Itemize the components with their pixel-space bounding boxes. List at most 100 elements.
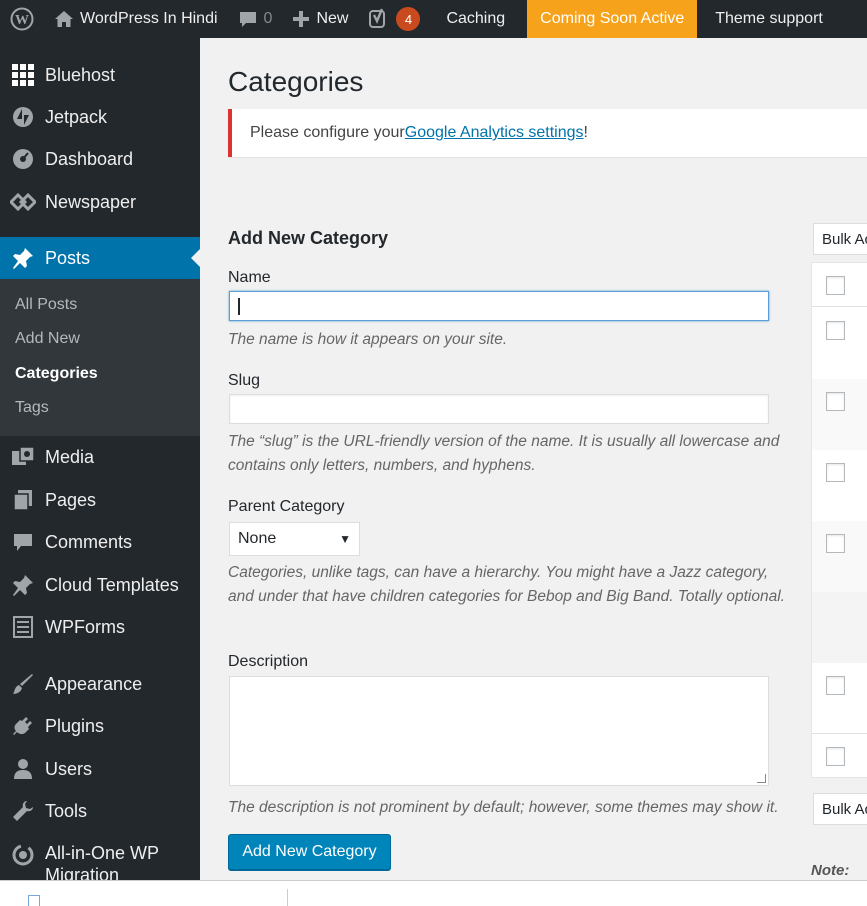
name-help-text: The name is how it appears on your site.: [228, 331, 508, 348]
slug-help-text: The “slug” is the URL-friendly version o…: [228, 433, 780, 474]
posts-submenu: All Posts Add New Categories Tags: [0, 279, 200, 436]
sidebar-item-label: Tools: [45, 800, 88, 821]
dashboard-icon: [0, 148, 45, 170]
row-checkbox[interactable]: [826, 676, 845, 695]
pushpin-icon: [0, 247, 45, 269]
notice-suffix: !: [583, 124, 588, 141]
add-new-category-button[interactable]: Add New Category: [228, 834, 391, 870]
sidebar-item-label: Plugins: [45, 715, 105, 736]
parent-help-text: Categories, unlike tags, can have a hier…: [228, 564, 785, 605]
text-cursor: [238, 298, 240, 315]
row-checkbox[interactable]: [826, 463, 845, 482]
sidebar-item-pages[interactable]: Pages: [0, 479, 200, 521]
parent-category-select[interactable]: None ▼: [229, 522, 360, 556]
sidebar-item-label: Newspaper: [45, 191, 137, 212]
slug-label: Slug: [228, 372, 261, 389]
divider: [287, 889, 288, 906]
description-help-text: The description is not prominent by defa…: [228, 799, 779, 816]
admin-bar: W WordPress In Hindi 0 New 4 Caching Com…: [0, 0, 867, 38]
sidebar-item-wpforms[interactable]: WPForms: [0, 606, 200, 648]
sidebar-item-bluehost[interactable]: Bluehost: [0, 54, 200, 96]
sidebar-item-comments[interactable]: Comments: [0, 521, 200, 563]
sidebar-item-posts[interactable]: Posts: [0, 237, 200, 279]
sidebar-item-jetpack[interactable]: Jetpack: [0, 96, 200, 138]
table-row: [812, 521, 867, 592]
jetpack-icon: [0, 106, 45, 128]
select-all-checkbox-footer[interactable]: [826, 747, 845, 766]
row-checkbox[interactable]: [826, 392, 845, 411]
category-name-input[interactable]: [229, 291, 769, 321]
dropdown-arrow-icon: ▼: [339, 532, 351, 546]
category-description-textarea[interactable]: [229, 676, 769, 786]
category-slug-input[interactable]: [229, 394, 769, 424]
user-icon: [0, 758, 45, 780]
comment-bubble-icon: [239, 12, 256, 27]
row-checkbox[interactable]: [826, 534, 845, 553]
sidebar-item-all-in-one-wp-migration[interactable]: All-in-One WP Migration: [0, 832, 200, 885]
description-label: Description: [228, 653, 309, 670]
sidebar-item-users[interactable]: Users: [0, 748, 200, 790]
plus-icon: [293, 11, 310, 27]
add-new-category-heading: Add New Category: [228, 228, 389, 248]
table-footer-divider: [812, 733, 867, 734]
sidebar-item-label: Jetpack: [45, 106, 108, 127]
comments-link[interactable]: 0: [228, 0, 283, 38]
wordpress-logo-icon[interactable]: W: [0, 0, 44, 38]
parent-category-value: None: [238, 530, 277, 547]
caching-link[interactable]: Caching: [430, 0, 515, 38]
theme-support-link[interactable]: Theme support: [697, 0, 833, 38]
plug-icon: [0, 715, 45, 737]
coming-soon-label: Coming Soon Active: [540, 10, 685, 27]
sidebar-item-label: Dashboard: [45, 148, 134, 169]
pages-icon: [0, 489, 45, 511]
sidebar-item-cloud-templates[interactable]: Cloud Templates: [0, 564, 200, 606]
new-content-link[interactable]: New: [282, 0, 358, 38]
forms-icon: [0, 616, 45, 638]
parent-category-label: Parent Category: [228, 498, 345, 515]
notice-prefix: Please configure your: [250, 124, 405, 141]
new-label: New: [316, 10, 349, 27]
select-all-checkbox[interactable]: [826, 276, 845, 295]
google-analytics-settings-link[interactable]: Google Analytics settings: [405, 124, 584, 142]
sidebar-item-media[interactable]: Media: [0, 436, 200, 478]
note-label: Note:: [811, 862, 850, 879]
admin-sidebar: Bluehost Jetpack Dashboard Newspaper Pos…: [0, 38, 200, 906]
sidebar-item-label: Cloud Templates: [45, 574, 179, 595]
yoast-notification-badge: 4: [396, 7, 421, 31]
sidebar-item-label: Appearance: [45, 673, 143, 694]
svg-text:W: W: [15, 13, 29, 28]
submenu-all-posts[interactable]: All Posts: [15, 296, 77, 314]
name-label: Name: [228, 269, 271, 286]
home-icon: [55, 11, 73, 27]
bulk-actions-select-top[interactable]: Bulk Ac: [813, 223, 867, 255]
sidebar-item-newspaper[interactable]: Newspaper: [0, 181, 200, 223]
comments-count: 0: [263, 10, 273, 27]
wrench-icon: [0, 800, 45, 822]
sidebar-item-label: Media: [45, 446, 95, 467]
table-row: [812, 592, 867, 663]
submenu-add-new[interactable]: Add New: [15, 330, 80, 348]
caching-label: Caching: [446, 10, 506, 27]
bulk-actions-select-bottom[interactable]: Bulk Ac: [813, 793, 867, 825]
submenu-tags[interactable]: Tags: [15, 399, 49, 417]
sidebar-item-label: Pages: [45, 489, 97, 510]
resize-grip-icon[interactable]: [757, 774, 766, 783]
media-icon: [0, 446, 45, 468]
table-row: [812, 379, 867, 450]
sidebar-item-appearance[interactable]: Appearance: [0, 663, 200, 705]
yoast-seo-link[interactable]: 4: [358, 0, 430, 38]
sidebar-item-plugins[interactable]: Plugins: [0, 705, 200, 747]
categories-list-table: [811, 262, 867, 778]
pushpin-icon: [0, 574, 45, 596]
comments-icon: [0, 531, 45, 553]
coming-soon-link[interactable]: Coming Soon Active: [527, 0, 698, 38]
submenu-categories[interactable]: Categories: [15, 365, 98, 383]
sidebar-item-label: Posts: [45, 247, 91, 268]
sidebar-item-dashboard[interactable]: Dashboard: [0, 138, 200, 180]
site-name-link[interactable]: WordPress In Hindi: [44, 0, 228, 38]
newspaper-icon: [0, 193, 45, 211]
sidebar-item-label: Comments: [45, 531, 133, 552]
sidebar-item-tools[interactable]: Tools: [0, 790, 200, 832]
analytics-notice: Please configure your Google Analytics s…: [228, 109, 867, 157]
row-checkbox[interactable]: [826, 321, 845, 340]
